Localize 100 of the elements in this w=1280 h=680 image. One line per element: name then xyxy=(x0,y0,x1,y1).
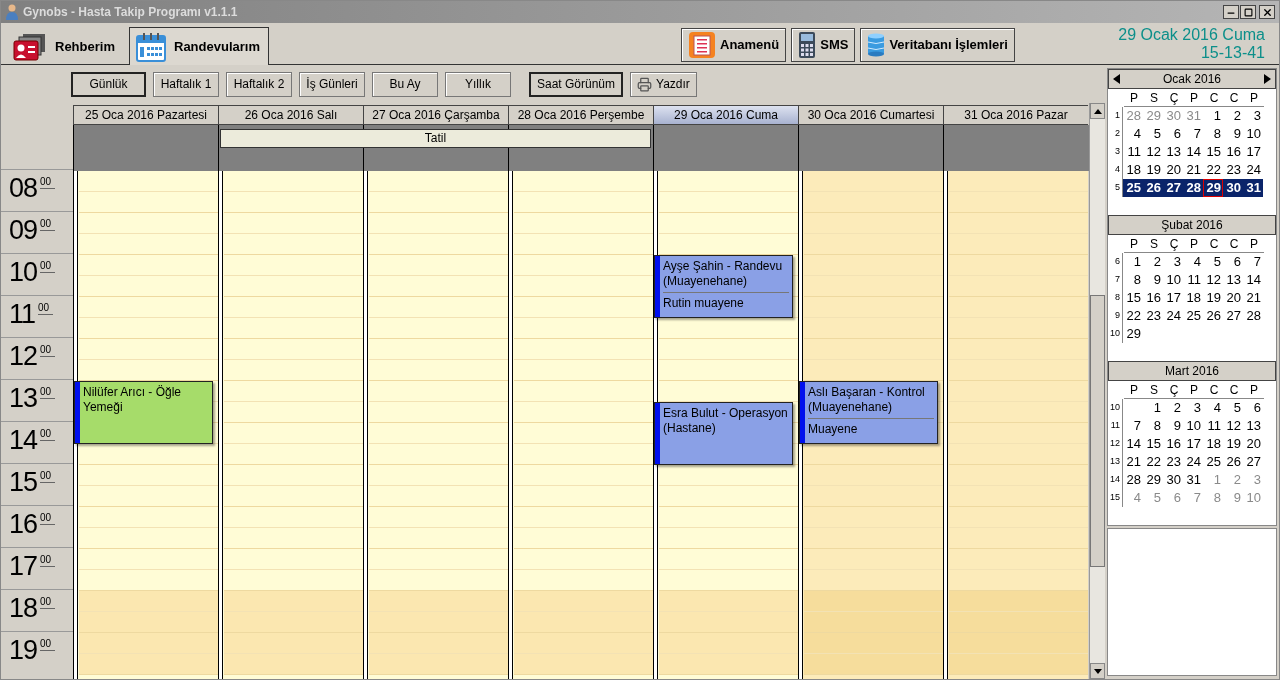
view-button[interactable]: Haftalık 2 xyxy=(226,71,292,97)
calendar-day[interactable]: 8 xyxy=(1203,125,1223,143)
calendar-day[interactable]: 21 xyxy=(1183,161,1203,179)
calendar-day[interactable]: 13 xyxy=(1243,417,1263,435)
calendar-day[interactable]: 23 xyxy=(1163,453,1183,471)
calendar-day[interactable]: 29 xyxy=(1203,179,1223,197)
calendar-day[interactable]: 3 xyxy=(1243,107,1263,125)
calendar-day[interactable]: 18 xyxy=(1123,161,1143,179)
calendar-day[interactable]: 10 xyxy=(1243,489,1263,507)
calendar-day[interactable]: 2 xyxy=(1223,107,1243,125)
calendar-day[interactable]: 3 xyxy=(1163,253,1183,271)
calendar-day[interactable]: 8 xyxy=(1123,271,1143,289)
calendar-day[interactable]: 17 xyxy=(1183,435,1203,453)
calendar-day[interactable]: 28 xyxy=(1123,471,1143,489)
vertical-scrollbar[interactable] xyxy=(1089,103,1105,679)
calendar-day[interactable]: 25 xyxy=(1203,453,1223,471)
print-button[interactable]: Yazdır xyxy=(630,71,697,97)
calendar-day[interactable]: 9 xyxy=(1163,417,1183,435)
calendar-day[interactable]: 29 xyxy=(1143,471,1163,489)
calendar-day[interactable]: 4 xyxy=(1203,399,1223,417)
calendar-day[interactable]: 31 xyxy=(1243,179,1263,197)
calendar-day[interactable]: 7 xyxy=(1183,489,1203,507)
calendar-day[interactable]: 28 xyxy=(1243,307,1263,325)
menu-button[interactable]: Anamenü xyxy=(681,27,787,62)
calendar-day[interactable]: 29 xyxy=(1123,325,1143,343)
calendar-day[interactable]: 15 xyxy=(1123,289,1143,307)
calendar-day[interactable]: 22 xyxy=(1203,161,1223,179)
calendar-day[interactable]: 8 xyxy=(1143,417,1163,435)
calendar-day[interactable]: 5 xyxy=(1223,399,1243,417)
calendar-day[interactable]: 31 xyxy=(1183,107,1203,125)
calendar-day[interactable]: 21 xyxy=(1123,453,1143,471)
calendar-day[interactable]: 1 xyxy=(1123,253,1143,271)
calendar-day[interactable]: 2 xyxy=(1143,253,1163,271)
calendar-day[interactable]: 8 xyxy=(1203,489,1223,507)
day-header[interactable]: 26 Oca 2016 Salı xyxy=(218,105,363,125)
calendar-day[interactable]: 27 xyxy=(1163,179,1183,197)
calendar-day[interactable]: 5 xyxy=(1203,253,1223,271)
menu-button[interactable]: Veritabanı İşlemleri xyxy=(860,27,1015,62)
calendar-day[interactable]: 24 xyxy=(1163,307,1183,325)
calendar-day[interactable]: 1 xyxy=(1203,471,1223,489)
calendar-day[interactable]: 29 xyxy=(1143,107,1163,125)
calendar-day[interactable]: 13 xyxy=(1223,271,1243,289)
calendar-day[interactable]: 21 xyxy=(1243,289,1263,307)
previous-month-icon[interactable] xyxy=(1113,74,1120,84)
calendar-day[interactable]: 19 xyxy=(1203,289,1223,307)
view-button[interactable]: Günlük xyxy=(71,71,146,97)
calendar-day[interactable]: 10 xyxy=(1243,125,1263,143)
calendar-day[interactable]: 6 xyxy=(1163,489,1183,507)
calendar-day[interactable]: 22 xyxy=(1143,453,1163,471)
calendar-day[interactable]: 11 xyxy=(1183,271,1203,289)
calendar-day[interactable]: 6 xyxy=(1163,125,1183,143)
calendar-day[interactable]: 4 xyxy=(1183,253,1203,271)
calendar-day[interactable]: 6 xyxy=(1223,253,1243,271)
tab[interactable]: Rehberim xyxy=(7,30,129,64)
calendar-day[interactable]: 24 xyxy=(1243,161,1263,179)
calendar-day[interactable]: 22 xyxy=(1123,307,1143,325)
calendar-day[interactable]: 3 xyxy=(1243,471,1263,489)
calendar-day[interactable]: 26 xyxy=(1203,307,1223,325)
calendar-day[interactable]: 28 xyxy=(1183,179,1203,197)
calendar-day[interactable]: 3 xyxy=(1183,399,1203,417)
calendar-day[interactable]: 9 xyxy=(1223,489,1243,507)
day-header[interactable]: 30 Oca 2016 Cumartesi xyxy=(798,105,943,125)
calendar-day[interactable]: 27 xyxy=(1223,307,1243,325)
calendar-day[interactable]: 9 xyxy=(1223,125,1243,143)
calendar-day[interactable]: 9 xyxy=(1143,271,1163,289)
next-month-icon[interactable] xyxy=(1264,74,1271,84)
calendar-day[interactable]: 20 xyxy=(1223,289,1243,307)
calendar-day[interactable]: 11 xyxy=(1123,143,1143,161)
day-header[interactable]: 29 Oca 2016 Cuma xyxy=(653,105,798,125)
calendar-day[interactable]: 26 xyxy=(1223,453,1243,471)
calendar-day[interactable]: 6 xyxy=(1243,399,1263,417)
appointment-card[interactable]: Nilüfer Arıcı - Öğle Yemeği xyxy=(74,381,213,444)
calendar-day[interactable]: 2 xyxy=(1163,399,1183,417)
all-day-event[interactable]: Tatil xyxy=(220,129,651,148)
view-button[interactable]: Bu Ay xyxy=(372,71,438,97)
toggle-button[interactable]: Saat Görünüm xyxy=(529,71,624,97)
calendar-day[interactable]: 26 xyxy=(1143,179,1163,197)
calendar-day[interactable]: 15 xyxy=(1203,143,1223,161)
calendar-day[interactable]: 23 xyxy=(1143,307,1163,325)
calendar-day[interactable]: 20 xyxy=(1243,435,1263,453)
calendar-day[interactable]: 14 xyxy=(1123,435,1143,453)
calendar-day[interactable]: 28 xyxy=(1123,107,1143,125)
day-header[interactable]: 31 Oca 2016 Pazar xyxy=(943,105,1088,125)
calendar-day[interactable]: 23 xyxy=(1223,161,1243,179)
day-header[interactable]: 28 Oca 2016 Perşembe xyxy=(508,105,653,125)
calendar-day[interactable]: 5 xyxy=(1143,125,1163,143)
appointment-card[interactable]: Aslı Başaran - Kontrol (Muayenehane) Muayene xyxy=(799,381,938,444)
calendar-day[interactable]: 30 xyxy=(1223,179,1243,197)
calendar-day[interactable]: 12 xyxy=(1203,271,1223,289)
calendar-day[interactable]: 25 xyxy=(1183,307,1203,325)
calendar-day[interactable]: 17 xyxy=(1163,289,1183,307)
calendar-day[interactable]: 10 xyxy=(1163,271,1183,289)
appointment-card[interactable]: Esra Bulut - Operasyon (Hastane) xyxy=(654,402,793,465)
view-button[interactable]: İş Günleri xyxy=(299,71,365,97)
calendar-day[interactable]: 1 xyxy=(1143,399,1163,417)
calendar-day[interactable]: 7 xyxy=(1123,417,1143,435)
calendar-day[interactable]: 4 xyxy=(1123,489,1143,507)
calendar-day[interactable]: 30 xyxy=(1163,107,1183,125)
calendar-day[interactable]: 30 xyxy=(1163,471,1183,489)
view-button[interactable]: Yıllık xyxy=(445,71,511,97)
